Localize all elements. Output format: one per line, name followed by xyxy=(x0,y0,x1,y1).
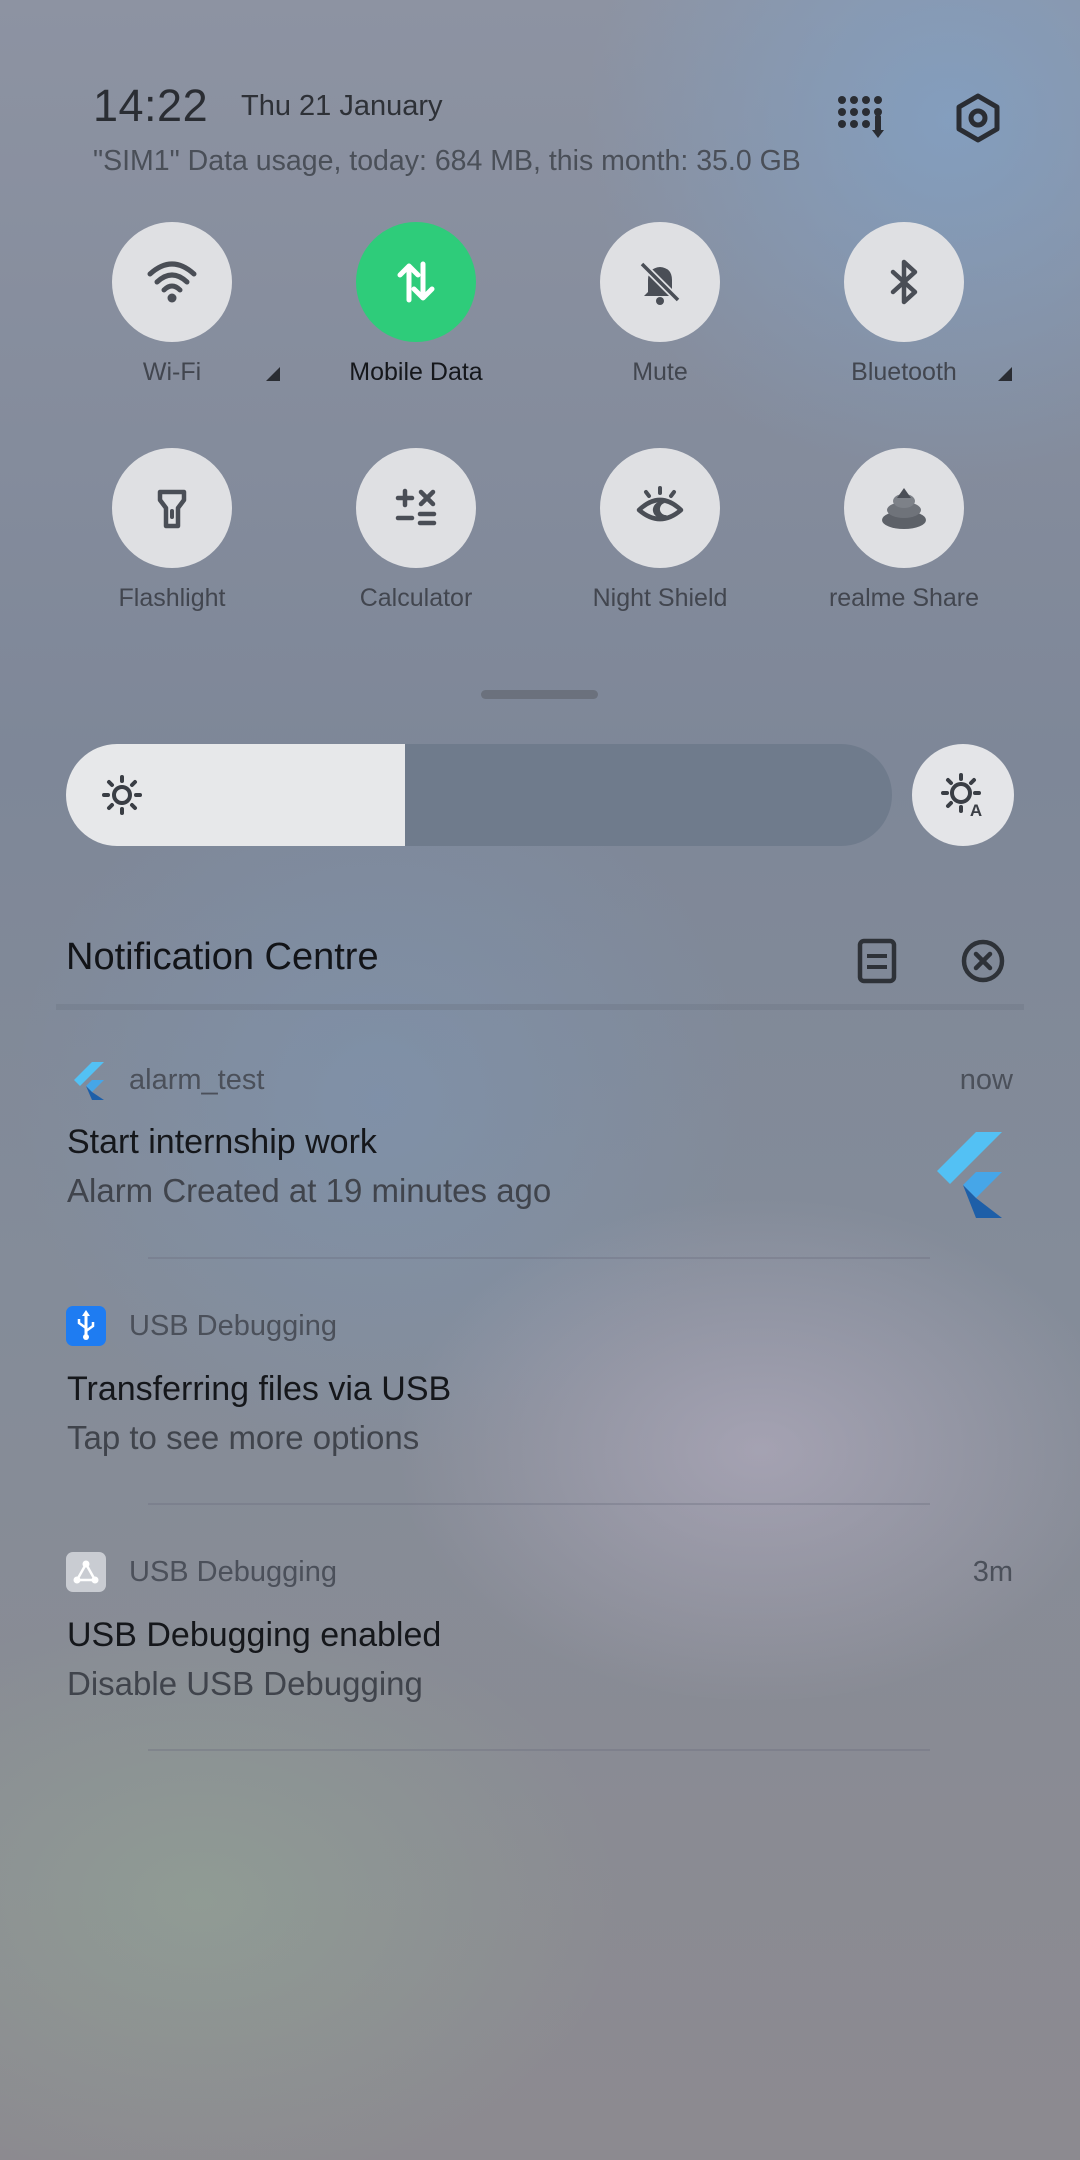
debug-nodes-icon xyxy=(66,1552,106,1592)
wifi-more-indicator[interactable] xyxy=(266,367,280,381)
dialpad-grid-icon[interactable] xyxy=(832,88,892,148)
manage-notifications-icon[interactable] xyxy=(852,936,902,986)
notification-body: Alarm Created at 19 minutes ago xyxy=(67,1172,552,1209)
bluetooth-more-indicator[interactable] xyxy=(998,367,1012,381)
settings-hexagon-icon[interactable] xyxy=(948,88,1008,148)
notification-centre-divider xyxy=(56,1004,1024,1010)
notification-title: Start internship work xyxy=(67,1123,377,1161)
notification-separator xyxy=(148,1749,930,1751)
tile-night-shield[interactable]: Night Shield xyxy=(538,448,782,613)
svg-text:A: A xyxy=(970,801,982,818)
tile-label-wifi: Wi-Fi xyxy=(142,358,202,386)
tile-mute[interactable]: Mute xyxy=(538,222,782,387)
wifi-icon[interactable] xyxy=(112,222,232,342)
clear-all-icon[interactable] xyxy=(958,936,1008,986)
realme-share-icon[interactable] xyxy=(844,448,964,568)
notification-body: Disable USB Debugging xyxy=(67,1665,423,1702)
tile-bluetooth[interactable]: Bluetooth xyxy=(782,222,1026,387)
notification-separator xyxy=(148,1257,930,1259)
tile-label-calculator: Calculator xyxy=(359,584,473,612)
notification-time: now xyxy=(959,1064,1013,1096)
tile-label-flashlight: Flashlight xyxy=(118,584,226,612)
tile-realme-share[interactable]: realme Share xyxy=(782,448,1026,613)
data-usage-text[interactable]: "SIM1" Data usage, today: 684 MB, this m… xyxy=(93,145,801,178)
usb-icon xyxy=(66,1306,106,1346)
flashlight-icon[interactable] xyxy=(112,448,232,568)
notification-title: USB Debugging enabled xyxy=(67,1616,442,1654)
brightness-slider[interactable] xyxy=(66,744,892,846)
tile-label-night-shield: Night Shield xyxy=(592,584,728,612)
tile-label-bluetooth: Bluetooth xyxy=(851,358,957,386)
notification-title: Transferring files via USB xyxy=(67,1370,452,1408)
tile-label-mute: Mute xyxy=(632,358,688,386)
eye-moon-icon[interactable] xyxy=(600,448,720,568)
flutter-large-icon xyxy=(930,1130,1005,1220)
tile-label-realme-share: realme Share xyxy=(828,584,980,612)
tile-mobile-data[interactable]: Mobile Data xyxy=(294,222,538,387)
flutter-icon xyxy=(68,1060,108,1100)
notification-app-name: alarm_test xyxy=(129,1064,265,1096)
panel-drag-handle[interactable] xyxy=(481,690,598,699)
notification-app-name: USB Debugging xyxy=(129,1310,337,1342)
sun-icon xyxy=(102,775,142,815)
notification-body: Tap to see more options xyxy=(67,1419,420,1456)
calculator-icon[interactable] xyxy=(356,448,476,568)
mobile-data-arrows-icon[interactable] xyxy=(356,222,476,342)
bluetooth-icon[interactable] xyxy=(844,222,964,342)
tile-calculator[interactable]: Calculator xyxy=(294,448,538,613)
notification-separator xyxy=(148,1503,930,1505)
tile-flashlight[interactable]: Flashlight xyxy=(50,448,294,613)
tile-label-mobile-data: Mobile Data xyxy=(349,358,483,386)
bell-off-icon[interactable] xyxy=(600,222,720,342)
auto-brightness-icon: A xyxy=(941,773,982,818)
notification-time: 3m xyxy=(972,1556,1013,1588)
notification-centre-title: Notification Centre xyxy=(66,936,379,978)
clock-time[interactable]: 14:22 xyxy=(93,80,208,132)
date-label[interactable]: Thu 21 January xyxy=(241,90,443,123)
auto-brightness-button[interactable]: A xyxy=(912,744,1014,846)
notification-app-name: USB Debugging xyxy=(129,1556,337,1588)
tile-wifi[interactable]: Wi-Fi xyxy=(50,222,294,387)
